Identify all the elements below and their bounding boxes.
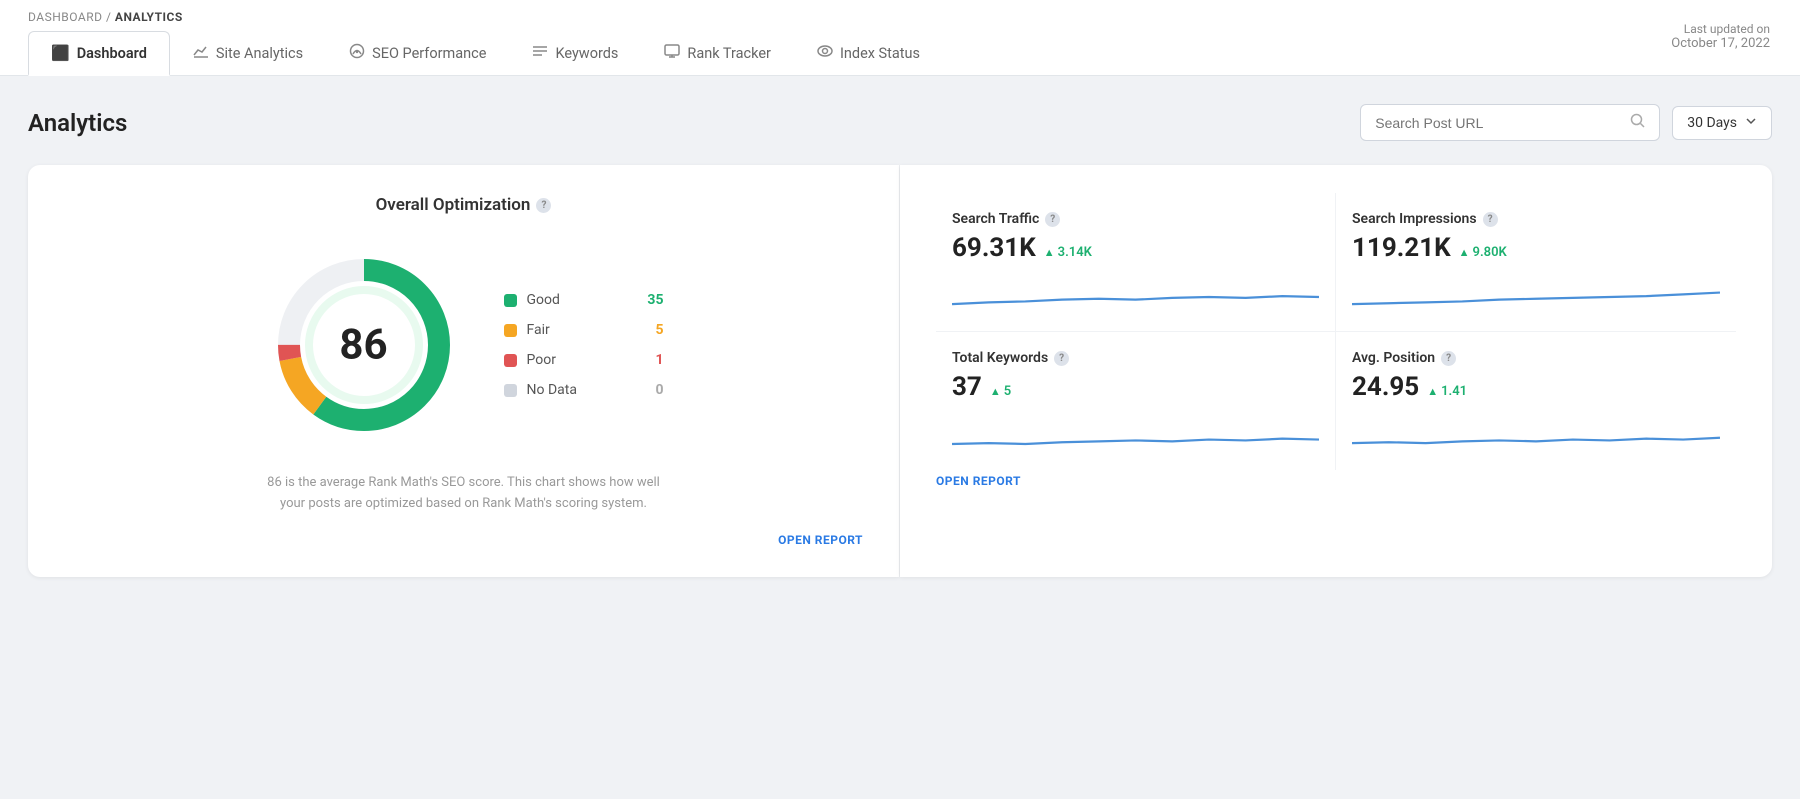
gauge-icon <box>349 43 365 63</box>
legend-fair-value: 5 <box>644 322 664 338</box>
chart-icon <box>193 43 209 63</box>
eye-icon <box>817 43 833 63</box>
search-traffic-delta-value: 3.14K <box>1058 245 1092 260</box>
legend-poor-label: Poor <box>527 352 634 368</box>
avg-position-sparkline <box>1352 412 1720 452</box>
total-keywords-delta: ▲ 5 <box>990 384 1011 399</box>
metrics-grid: Search Traffic ? 69.31K ▲ 3.14K <box>936 193 1736 470</box>
total-keywords-value: 37 <box>952 372 982 402</box>
tab-keywords-label: Keywords <box>555 45 618 62</box>
breadcrumb-current: ANALYTICS <box>115 10 183 24</box>
search-impressions-sparkline <box>1352 273 1720 313</box>
tab-seo-performance-label: SEO Performance <box>372 45 486 62</box>
legend-good-dot <box>504 294 517 307</box>
chevron-down-icon <box>1745 115 1757 131</box>
optimization-legend: Good 35 Fair 5 Poor 1 <box>504 292 664 398</box>
optimization-card: Overall Optimization ? <box>28 165 899 577</box>
legend-fair-dot <box>504 324 517 337</box>
legend-poor: Poor 1 <box>504 352 664 368</box>
open-report-link-right[interactable]: OPEN REPORT <box>936 474 1021 488</box>
optimization-help-icon[interactable]: ? <box>536 198 551 213</box>
monitor-icon: ⬛ <box>51 44 70 62</box>
search-icon <box>1630 113 1645 132</box>
total-keywords-label: Total Keywords ? <box>952 350 1319 366</box>
tab-rank-tracker[interactable]: Rank Tracker <box>641 30 794 75</box>
legend-good-value: 35 <box>644 292 664 308</box>
days-dropdown[interactable]: 30 Days <box>1672 106 1772 140</box>
open-report-link-left[interactable]: OPEN REPORT <box>64 533 863 547</box>
days-label: 30 Days <box>1687 115 1737 131</box>
monitor2-icon <box>664 43 680 63</box>
tab-site-analytics[interactable]: Site Analytics <box>170 30 326 75</box>
avg-position-label: Avg. Position ? <box>1352 350 1720 366</box>
avg-position-value: 24.95 <box>1352 372 1419 402</box>
last-updated-date: October 17, 2022 <box>1671 36 1770 51</box>
legend-poor-value: 1 <box>644 352 664 368</box>
search-traffic-arrow: ▲ <box>1044 246 1055 259</box>
search-impressions-label: Search Impressions ? <box>1352 211 1720 227</box>
tab-site-analytics-label: Site Analytics <box>216 45 303 62</box>
breadcrumb-prefix: DASHBOARD <box>28 10 102 24</box>
search-traffic-label: Search Traffic ? <box>952 211 1319 227</box>
search-traffic-value: 69.31K <box>952 233 1036 263</box>
search-traffic-sparkline <box>952 273 1319 313</box>
total-keywords-arrow: ▲ <box>990 385 1001 398</box>
total-keywords-delta-value: 5 <box>1004 384 1011 399</box>
legend-good: Good 35 <box>504 292 664 308</box>
search-url-container <box>1360 104 1660 141</box>
tab-dashboard-label: Dashboard <box>77 45 147 62</box>
tab-dashboard[interactable]: ⬛ Dashboard <box>28 31 170 76</box>
legend-nodata-dot <box>504 384 517 397</box>
tab-keywords[interactable]: Keywords <box>509 30 641 75</box>
legend-nodata-value: 0 <box>644 382 664 398</box>
search-impressions-arrow: ▲ <box>1459 246 1470 259</box>
tab-index-status[interactable]: Index Status <box>794 30 943 75</box>
legend-fair-label: Fair <box>527 322 634 338</box>
search-traffic-help-icon[interactable]: ? <box>1045 212 1060 227</box>
tab-rank-tracker-label: Rank Tracker <box>687 45 771 62</box>
legend-nodata-label: No Data <box>527 382 634 398</box>
metric-search-impressions: Search Impressions ? 119.21K ▲ 9.80K <box>1336 193 1736 332</box>
legend-nodata: No Data 0 <box>504 382 664 398</box>
legend-fair: Fair 5 <box>504 322 664 338</box>
page-title: Analytics <box>28 109 127 137</box>
optimization-footer: 86 is the average Rank Math's SEO score.… <box>254 473 674 515</box>
last-updated: Last updated on October 17, 2022 <box>1671 22 1770 51</box>
search-impressions-help-icon[interactable]: ? <box>1483 212 1498 227</box>
optimization-title: Overall Optimization ? <box>64 195 863 215</box>
legend-good-label: Good <box>527 292 634 308</box>
last-updated-label: Last updated on <box>1671 22 1770 36</box>
tab-index-status-label: Index Status <box>840 45 920 62</box>
search-impressions-value: 119.21K <box>1352 233 1451 263</box>
tab-bar: ⬛ Dashboard Site Analytics <box>28 30 1772 75</box>
optimization-score: 86 <box>339 321 387 370</box>
avg-position-delta-value: 1.41 <box>1441 384 1467 399</box>
list-icon <box>532 43 548 63</box>
metrics-card: Search Traffic ? 69.31K ▲ 3.14K <box>900 165 1772 577</box>
breadcrumb: DASHBOARD / ANALYTICS <box>28 0 1772 24</box>
avg-position-help-icon[interactable]: ? <box>1441 351 1456 366</box>
avg-position-arrow: ▲ <box>1427 385 1438 398</box>
search-url-input[interactable] <box>1375 115 1622 131</box>
tab-seo-performance[interactable]: SEO Performance <box>326 30 509 75</box>
search-impressions-delta: ▲ 9.80K <box>1459 245 1507 260</box>
optimization-donut: 86 <box>264 245 464 445</box>
metric-search-traffic: Search Traffic ? 69.31K ▲ 3.14K <box>936 193 1336 332</box>
breadcrumb-separator: / <box>106 10 111 24</box>
metric-avg-position: Avg. Position ? 24.95 ▲ 1.41 <box>1336 332 1736 470</box>
search-traffic-delta: ▲ 3.14K <box>1044 245 1092 260</box>
total-keywords-sparkline <box>952 412 1319 452</box>
metric-total-keywords: Total Keywords ? 37 ▲ 5 <box>936 332 1336 470</box>
avg-position-delta: ▲ 1.41 <box>1427 384 1467 399</box>
legend-poor-dot <box>504 354 517 367</box>
total-keywords-help-icon[interactable]: ? <box>1054 351 1069 366</box>
search-impressions-delta-value: 9.80K <box>1473 245 1507 260</box>
